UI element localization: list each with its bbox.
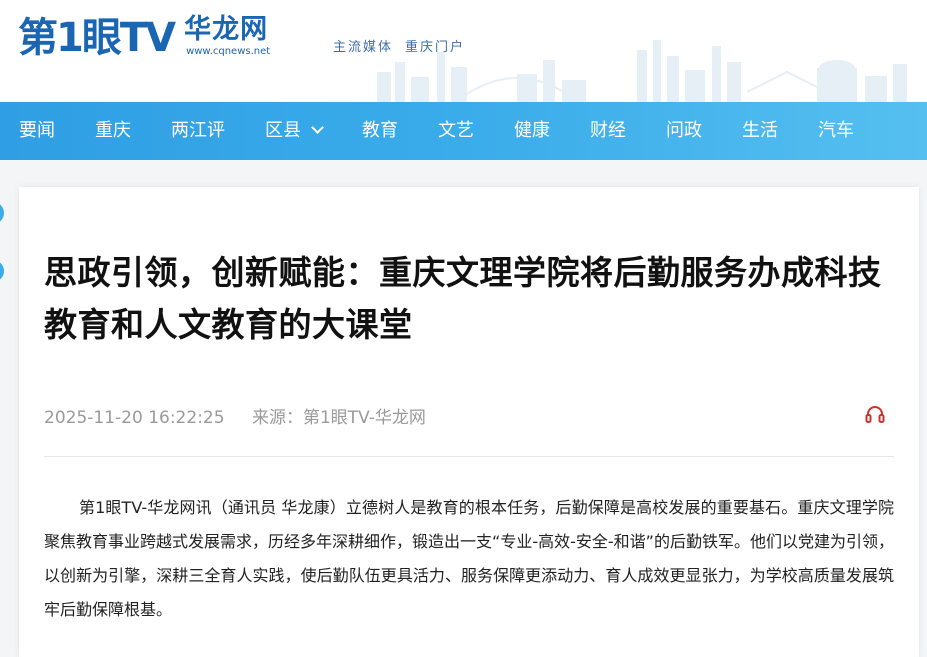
nav-item-quxian[interactable]: 区县 (245, 102, 342, 160)
article-datetime: 2025-11-20 16:22:25 (44, 408, 225, 428)
nav-item-qiche[interactable]: 汽车 (798, 102, 874, 160)
slogan-1: 主流媒体 (333, 40, 394, 55)
article-paragraph: 第1眼TV-华龙网讯（通讯员 华龙康）立德树人是教育的根本任务，后勤保障是高校发… (44, 498, 894, 619)
article-source: 来源：第1眼TV-华龙网 (252, 408, 426, 428)
source-name: 第1眼TV-华龙网 (302, 408, 426, 428)
logo-sub: 华龙网 www.cqnews.net (184, 14, 270, 58)
source-label: 来源： (251, 408, 303, 428)
nav-item-yaowen[interactable]: 要闻 (0, 102, 75, 160)
nav-item-quxian-label: 区县 (265, 120, 301, 141)
nav-item-jiaoyu[interactable]: 教育 (342, 102, 418, 160)
nav-item-caijing[interactable]: 财经 (570, 102, 646, 160)
site-logo[interactable]: 第1眼TV 华龙网 www.cqnews.net (18, 14, 270, 70)
nav-item-chongqing[interactable]: 重庆 (75, 102, 151, 160)
logo-main-text: 第1眼TV (18, 14, 176, 62)
headphones-icon[interactable] (865, 405, 885, 423)
logo-main-label: 第1眼TV (18, 15, 176, 61)
meta-divider (44, 456, 894, 457)
site-slogan: 主流媒体 重庆门户 (333, 36, 465, 55)
nav-item-wenyi[interactable]: 文艺 (418, 102, 494, 160)
nav-item-jiankang[interactable]: 健康 (494, 102, 570, 160)
slogan-2: 重庆门户 (405, 40, 466, 55)
site-header: 第1眼TV 华龙网 www.cqnews.net 主流媒体 重庆门户 (0, 0, 927, 102)
logo-hualong-text: 华龙网 (184, 14, 269, 45)
nav-item-shenghuo[interactable]: 生活 (722, 102, 798, 160)
chevron-down-icon (311, 121, 324, 134)
nav-item-wenzheng[interactable]: 问政 (646, 102, 722, 160)
side-float-tab-1[interactable] (0, 202, 4, 224)
side-float-tab-2[interactable] (0, 260, 4, 282)
article-title: 思政引领，创新赋能：重庆文理学院将后勤服务办成科技教育和人文教育的大课堂 (44, 253, 882, 344)
article-meta: 2025-11-20 16:22:25 来源：第1眼TV-华龙网 (44, 403, 426, 428)
main-nav: 要闻 重庆 两江评 区县 教育 文艺 健康 财经 问政 生活 汽车 (0, 102, 927, 160)
logo-url-text: www.cqnews.net (186, 46, 271, 57)
article-card: 思政引领，创新赋能：重庆文理学院将后勤服务办成科技教育和人文教育的大课堂 202… (19, 187, 919, 657)
nav-item-liangjiangping[interactable]: 两江评 (151, 102, 245, 160)
